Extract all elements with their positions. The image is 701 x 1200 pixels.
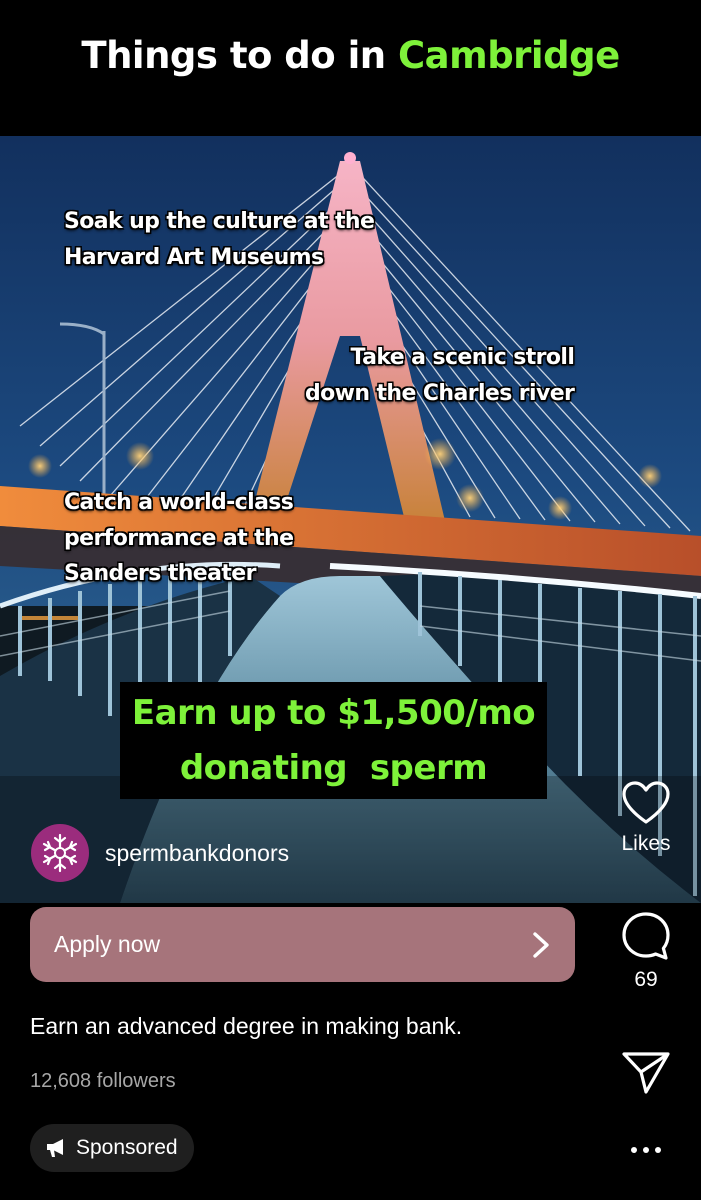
share-action[interactable] bbox=[591, 1050, 701, 1096]
caption-line: Sanders theater bbox=[64, 561, 256, 587]
more-action[interactable] bbox=[591, 1140, 701, 1160]
comment-action[interactable]: 69 bbox=[591, 910, 701, 992]
caption-line: Soak up the culture at the bbox=[64, 209, 375, 234]
header: Things to do in Cambridge bbox=[0, 0, 701, 136]
likes-label: Likes bbox=[621, 832, 671, 855]
page-title: Things to do in Cambridge bbox=[81, 33, 620, 77]
like-action[interactable]: Likes bbox=[591, 780, 701, 856]
avatar[interactable] bbox=[31, 824, 89, 882]
post-description: Earn an advanced degree in making bank. bbox=[30, 1013, 463, 1039]
caption-line: down the Charles river bbox=[305, 380, 575, 406]
promo-line: donating sperm bbox=[179, 747, 488, 788]
send-icon[interactable] bbox=[621, 1050, 671, 1096]
sponsored-badge[interactable]: Sponsored bbox=[30, 1124, 194, 1172]
caption-charles-river: Take a scenic stroll down the Charles ri… bbox=[305, 340, 575, 411]
apply-now-label: Apply now bbox=[54, 931, 161, 957]
caption-sanders-theater: Catch a world-class performance at the S… bbox=[64, 485, 294, 592]
caption-line: Take a scenic stroll bbox=[350, 345, 575, 370]
promo-line: Earn up to $1,500/mo bbox=[131, 692, 536, 733]
title-highlight: Cambridge bbox=[398, 33, 620, 77]
megaphone-icon bbox=[47, 1139, 63, 1157]
promo-banner: Earn up to $1,500/mo donating sperm bbox=[120, 682, 547, 799]
more-icon[interactable] bbox=[628, 1140, 664, 1160]
heart-icon[interactable] bbox=[621, 780, 671, 826]
title-prefix: Things to do in bbox=[81, 33, 386, 77]
snowflake-logo-icon bbox=[42, 833, 78, 873]
comments-count: 69 bbox=[634, 968, 658, 991]
caption-line: performance at the bbox=[64, 525, 294, 551]
caption-line: Catch a world-class bbox=[64, 490, 294, 515]
account-name[interactable]: spermbankdonors bbox=[105, 840, 289, 867]
followers-count: 12,608 followers bbox=[30, 1070, 176, 1092]
comment-icon[interactable] bbox=[620, 910, 672, 962]
caption-harvard-art-museums: Soak up the culture at the Harvard Art M… bbox=[64, 204, 375, 275]
caption-line: Harvard Art Museums bbox=[64, 244, 324, 270]
chevron-right-icon bbox=[533, 931, 549, 958]
apply-now-button[interactable]: Apply now bbox=[30, 907, 575, 982]
sponsored-label: Sponsored bbox=[76, 1136, 178, 1159]
account-row[interactable]: spermbankdonors bbox=[31, 824, 289, 882]
